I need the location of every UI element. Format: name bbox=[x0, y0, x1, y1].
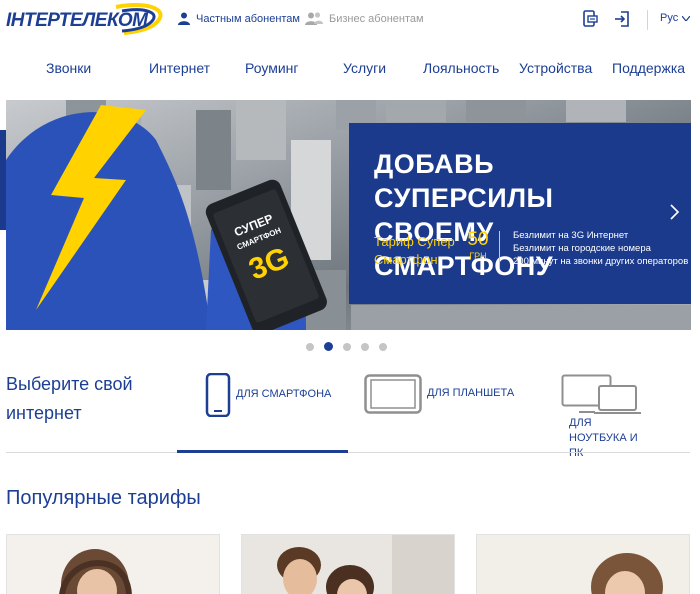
hero-banner[interactable]: СУПЕР СМАРТФОН 3G ДОБАВЬ СУПЕРСИЛЫ СВОЕМ… bbox=[6, 100, 691, 330]
nav-item-internet[interactable]: Интернет bbox=[149, 60, 210, 76]
active-tab-underline bbox=[177, 450, 348, 453]
tariff-card[interactable] bbox=[476, 534, 690, 594]
audience-business-label: Бизнес абонентам bbox=[329, 12, 424, 25]
promo-price-currency: ГРН bbox=[469, 251, 487, 261]
slider-dot[interactable] bbox=[343, 342, 351, 351]
promo-tariff-name: Тариф Супер Смартфон bbox=[374, 234, 455, 267]
slider-dot[interactable] bbox=[361, 342, 369, 351]
sim-card-button[interactable] bbox=[580, 9, 600, 29]
audience-private-link[interactable]: Частным абонентам bbox=[178, 12, 300, 25]
promo-features: Безлимит на 3G Интернет Безлимит на горо… bbox=[513, 229, 688, 268]
slider-dot[interactable] bbox=[306, 342, 314, 351]
login-icon bbox=[615, 11, 629, 27]
promo-feature-item: 200 минут на звонки других операторов bbox=[513, 256, 689, 267]
tariff-card[interactable] bbox=[241, 534, 455, 594]
language-selector[interactable]: Рус bbox=[660, 12, 691, 24]
promo-divider bbox=[499, 231, 500, 269]
slider-dots bbox=[306, 342, 387, 351]
device-label-tablet: ДЛЯ ПЛАНШЕТА bbox=[427, 387, 515, 399]
language-label: Рус bbox=[660, 12, 679, 24]
main-navigation: Звонки Интернет Роуминг Услуги Лояльност… bbox=[0, 52, 700, 86]
tablet-icon bbox=[364, 374, 422, 414]
logo-text: ІНТЕРТЕЛЕКОМ bbox=[6, 10, 148, 31]
nav-item-calls[interactable]: Звонки bbox=[46, 60, 91, 76]
device-label-smartphone: ДЛЯ СМАРТФОНА bbox=[236, 388, 332, 400]
slider-dot[interactable] bbox=[379, 342, 387, 351]
users-icon bbox=[305, 12, 323, 25]
nav-item-loyalty[interactable]: Лояльность bbox=[423, 60, 499, 76]
login-button[interactable] bbox=[612, 9, 632, 29]
nav-item-roaming[interactable]: Роуминг bbox=[245, 60, 298, 76]
promo-price-value: 50 bbox=[467, 229, 489, 250]
choose-internet-title: Выберите свой интернет bbox=[6, 374, 133, 423]
tariff-card-photo bbox=[7, 535, 219, 594]
chevron-right-icon bbox=[670, 204, 680, 220]
banner-left-edge bbox=[0, 130, 6, 230]
chevron-down-icon bbox=[682, 15, 691, 21]
promo-feature-item: Безлимит на 3G Интернет bbox=[513, 230, 629, 241]
nav-item-services[interactable]: Услуги bbox=[343, 60, 386, 76]
next-slide-button[interactable] bbox=[670, 203, 680, 226]
audience-private-label: Частным абонентам bbox=[196, 12, 300, 25]
nav-item-devices[interactable]: Устройства bbox=[519, 60, 592, 76]
promo-feature-item: Безлимит на городские номера bbox=[513, 243, 651, 254]
logo[interactable]: ІНТЕРТЕЛЕКОМ bbox=[6, 3, 166, 37]
popular-tariffs-title: Популярные тарифы bbox=[6, 487, 201, 509]
tariff-card-photo bbox=[242, 535, 454, 594]
laptop-pc-icon bbox=[561, 374, 641, 414]
audience-business-link[interactable]: Бизнес абонентам bbox=[305, 12, 424, 25]
slider-dot-active[interactable] bbox=[324, 342, 333, 351]
smartphone-icon bbox=[205, 373, 231, 417]
top-bar: ІНТЕРТЕЛЕКОМ Частным абонентам Бизнес аб… bbox=[0, 0, 700, 40]
tariff-card-photo bbox=[477, 535, 689, 594]
user-icon bbox=[178, 12, 190, 25]
top-divider bbox=[647, 10, 648, 30]
section-divider bbox=[6, 452, 690, 453]
device-label-laptop-pc: ДЛЯ НОУТБУКА И ПК bbox=[569, 417, 638, 459]
promo-price: 50 ГРН bbox=[464, 229, 492, 261]
nav-item-support[interactable]: Поддержка bbox=[612, 60, 685, 76]
tariff-card[interactable] bbox=[6, 534, 220, 594]
promo-box: ДОБАВЬ СУПЕРСИЛЫ СВОЕМУ СМАРТФОНУ Тариф … bbox=[349, 123, 691, 304]
sim-card-icon bbox=[583, 10, 598, 27]
